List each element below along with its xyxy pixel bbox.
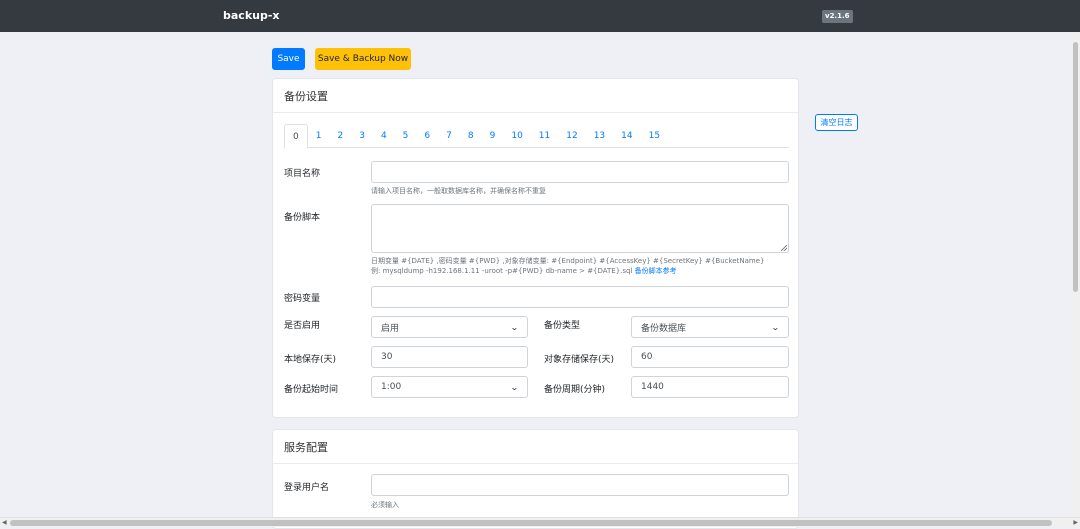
password-var-label: 密码变量 (284, 294, 321, 304)
tab-1[interactable]: 1 (308, 124, 330, 148)
resize-handle-icon[interactable] (781, 245, 787, 251)
project-name-help: 请输入项目名称，一般取数据库名称，并确保名称不重复 (371, 187, 546, 195)
enabled-label: 是否启用 (284, 321, 321, 331)
start-time-select[interactable]: 1:00 ⌄ (371, 376, 528, 398)
chevron-down-icon: ⌄ (771, 322, 781, 332)
chevron-down-icon: ⌄ (510, 322, 520, 332)
local-keep-input[interactable]: 30 (371, 346, 528, 368)
tab-13[interactable]: 13 (586, 124, 613, 148)
save-button[interactable]: Save (272, 48, 305, 70)
start-time-label: 备份起始时间 (284, 385, 339, 395)
project-name-input[interactable] (371, 161, 789, 183)
object-keep-input[interactable]: 60 (631, 346, 789, 368)
chevron-down-icon: ⌄ (510, 382, 520, 392)
version-badge: v2.1.6 (822, 10, 853, 23)
period-label: 备份周期(分钟) (544, 385, 606, 395)
username-input[interactable] (371, 474, 789, 496)
object-keep-label: 对象存储保存(天) (544, 355, 615, 365)
service-config-card: 服务配置 登录用户名 必须输入 (272, 429, 799, 529)
horizontal-scrollbar-thumb[interactable] (10, 520, 1052, 526)
brand-title[interactable]: backup-x (223, 9, 280, 22)
backup-script-textarea[interactable] (371, 204, 789, 253)
tab-6[interactable]: 6 (416, 124, 438, 148)
tab-15[interactable]: 15 (641, 124, 668, 148)
username-label: 登录用户名 (284, 483, 330, 493)
horizontal-scrollbar[interactable]: ◀ ▶ (0, 517, 1080, 527)
backup-script-help-example: 例: mysqldump -h192.168.1.11 -uroot -p#{P… (371, 267, 677, 275)
period-input[interactable]: 1440 (631, 376, 789, 398)
clear-log-button[interactable]: 清空日志 (815, 114, 858, 131)
service-config-title: 服务配置 (273, 430, 798, 464)
tab-10[interactable]: 10 (503, 124, 530, 148)
navbar: backup-x v2.1.6 (0, 0, 1080, 32)
backup-settings-card: 备份设置 0 1 2 3 4 5 6 7 8 9 10 11 12 13 14 … (272, 78, 799, 418)
enabled-select[interactable]: 启用 ⌄ (371, 316, 528, 338)
vertical-scrollbar-thumb[interactable] (1073, 42, 1078, 292)
project-name-label: 项目名称 (284, 169, 321, 179)
username-help: 必须输入 (371, 501, 399, 509)
backup-script-help-vars: 日期变量 #{DATE} ,密码变量 #{PWD} ,对象存储变量: #{End… (371, 257, 765, 265)
backup-script-label: 备份脚本 (284, 213, 321, 223)
tab-0[interactable]: 0 (284, 124, 308, 149)
tab-14[interactable]: 14 (613, 124, 640, 148)
tab-11[interactable]: 11 (531, 124, 558, 148)
password-var-input[interactable] (371, 286, 789, 308)
tab-9[interactable]: 9 (482, 124, 504, 148)
tab-8[interactable]: 8 (460, 124, 482, 148)
tab-12[interactable]: 12 (558, 124, 585, 148)
vertical-scrollbar[interactable] (1071, 32, 1080, 517)
tab-4[interactable]: 4 (373, 124, 395, 148)
save-backup-button[interactable]: Save & Backup Now (315, 48, 411, 70)
scroll-right-icon[interactable]: ▶ (1073, 519, 1078, 526)
scroll-left-icon[interactable]: ◀ (2, 519, 7, 526)
enabled-select-value: 启用 (381, 323, 400, 334)
backup-type-select[interactable]: 备份数据库 ⌄ (631, 316, 789, 338)
backup-settings-title: 备份设置 (273, 79, 798, 113)
local-keep-label: 本地保存(天) (284, 355, 337, 365)
backup-tabs: 0 1 2 3 4 5 6 7 8 9 10 11 12 13 14 15 (284, 124, 789, 149)
tab-7[interactable]: 7 (438, 124, 460, 148)
tab-2[interactable]: 2 (329, 124, 351, 148)
backup-script-reference-link[interactable]: 备份脚本参考 (635, 267, 677, 275)
backup-type-label: 备份类型 (544, 321, 581, 331)
start-time-select-value: 1:00 (381, 382, 402, 392)
backup-type-select-value: 备份数据库 (641, 323, 687, 334)
tab-5[interactable]: 5 (395, 124, 417, 148)
tab-3[interactable]: 3 (351, 124, 373, 148)
